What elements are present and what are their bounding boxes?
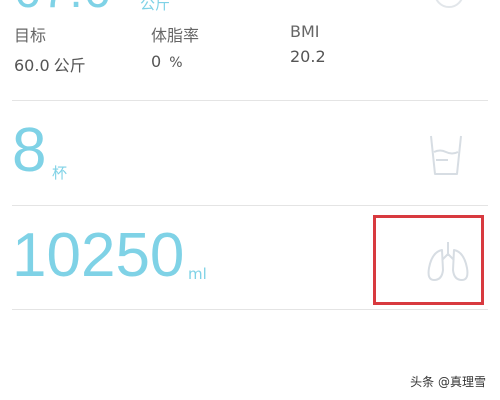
stat-bmi-label: BMI	[290, 22, 320, 41]
weight-value: 67.6	[14, 0, 111, 19]
stat-body-fat-number: 0	[151, 52, 162, 71]
watermark: 头条 @真理雪	[410, 375, 486, 389]
divider	[12, 309, 488, 310]
water-cups-value[interactable]: 8	[12, 120, 46, 182]
divider	[12, 205, 488, 206]
weight-unit: 公斤	[140, 0, 171, 13]
lung-capacity-value[interactable]: 10250	[12, 225, 184, 287]
water-cup-icon[interactable]	[426, 132, 466, 178]
stat-target-value: 60.0 公斤	[14, 52, 86, 76]
divider	[12, 100, 488, 101]
stat-body-fat-label: 体脂率	[151, 26, 200, 45]
weight-icon[interactable]	[434, 0, 464, 8]
water-cups-unit: 杯	[52, 164, 68, 182]
stat-body-fat: 体脂率 0%	[151, 22, 199, 71]
stat-target-unit: 公斤	[53, 56, 86, 75]
stat-bmi-value: 20.2	[290, 47, 326, 66]
lung-capacity-unit: ml	[188, 265, 207, 283]
stat-target: 目标 60.0 公斤	[14, 22, 86, 76]
lungs-icon[interactable]	[424, 240, 472, 284]
stat-body-fat-value: 0%	[151, 52, 199, 71]
stat-target-number: 60.0	[14, 56, 50, 75]
stat-target-label: 目标	[14, 26, 47, 45]
stat-body-fat-unit: %	[169, 55, 183, 71]
stat-bmi: BMI 20.2	[290, 22, 326, 66]
